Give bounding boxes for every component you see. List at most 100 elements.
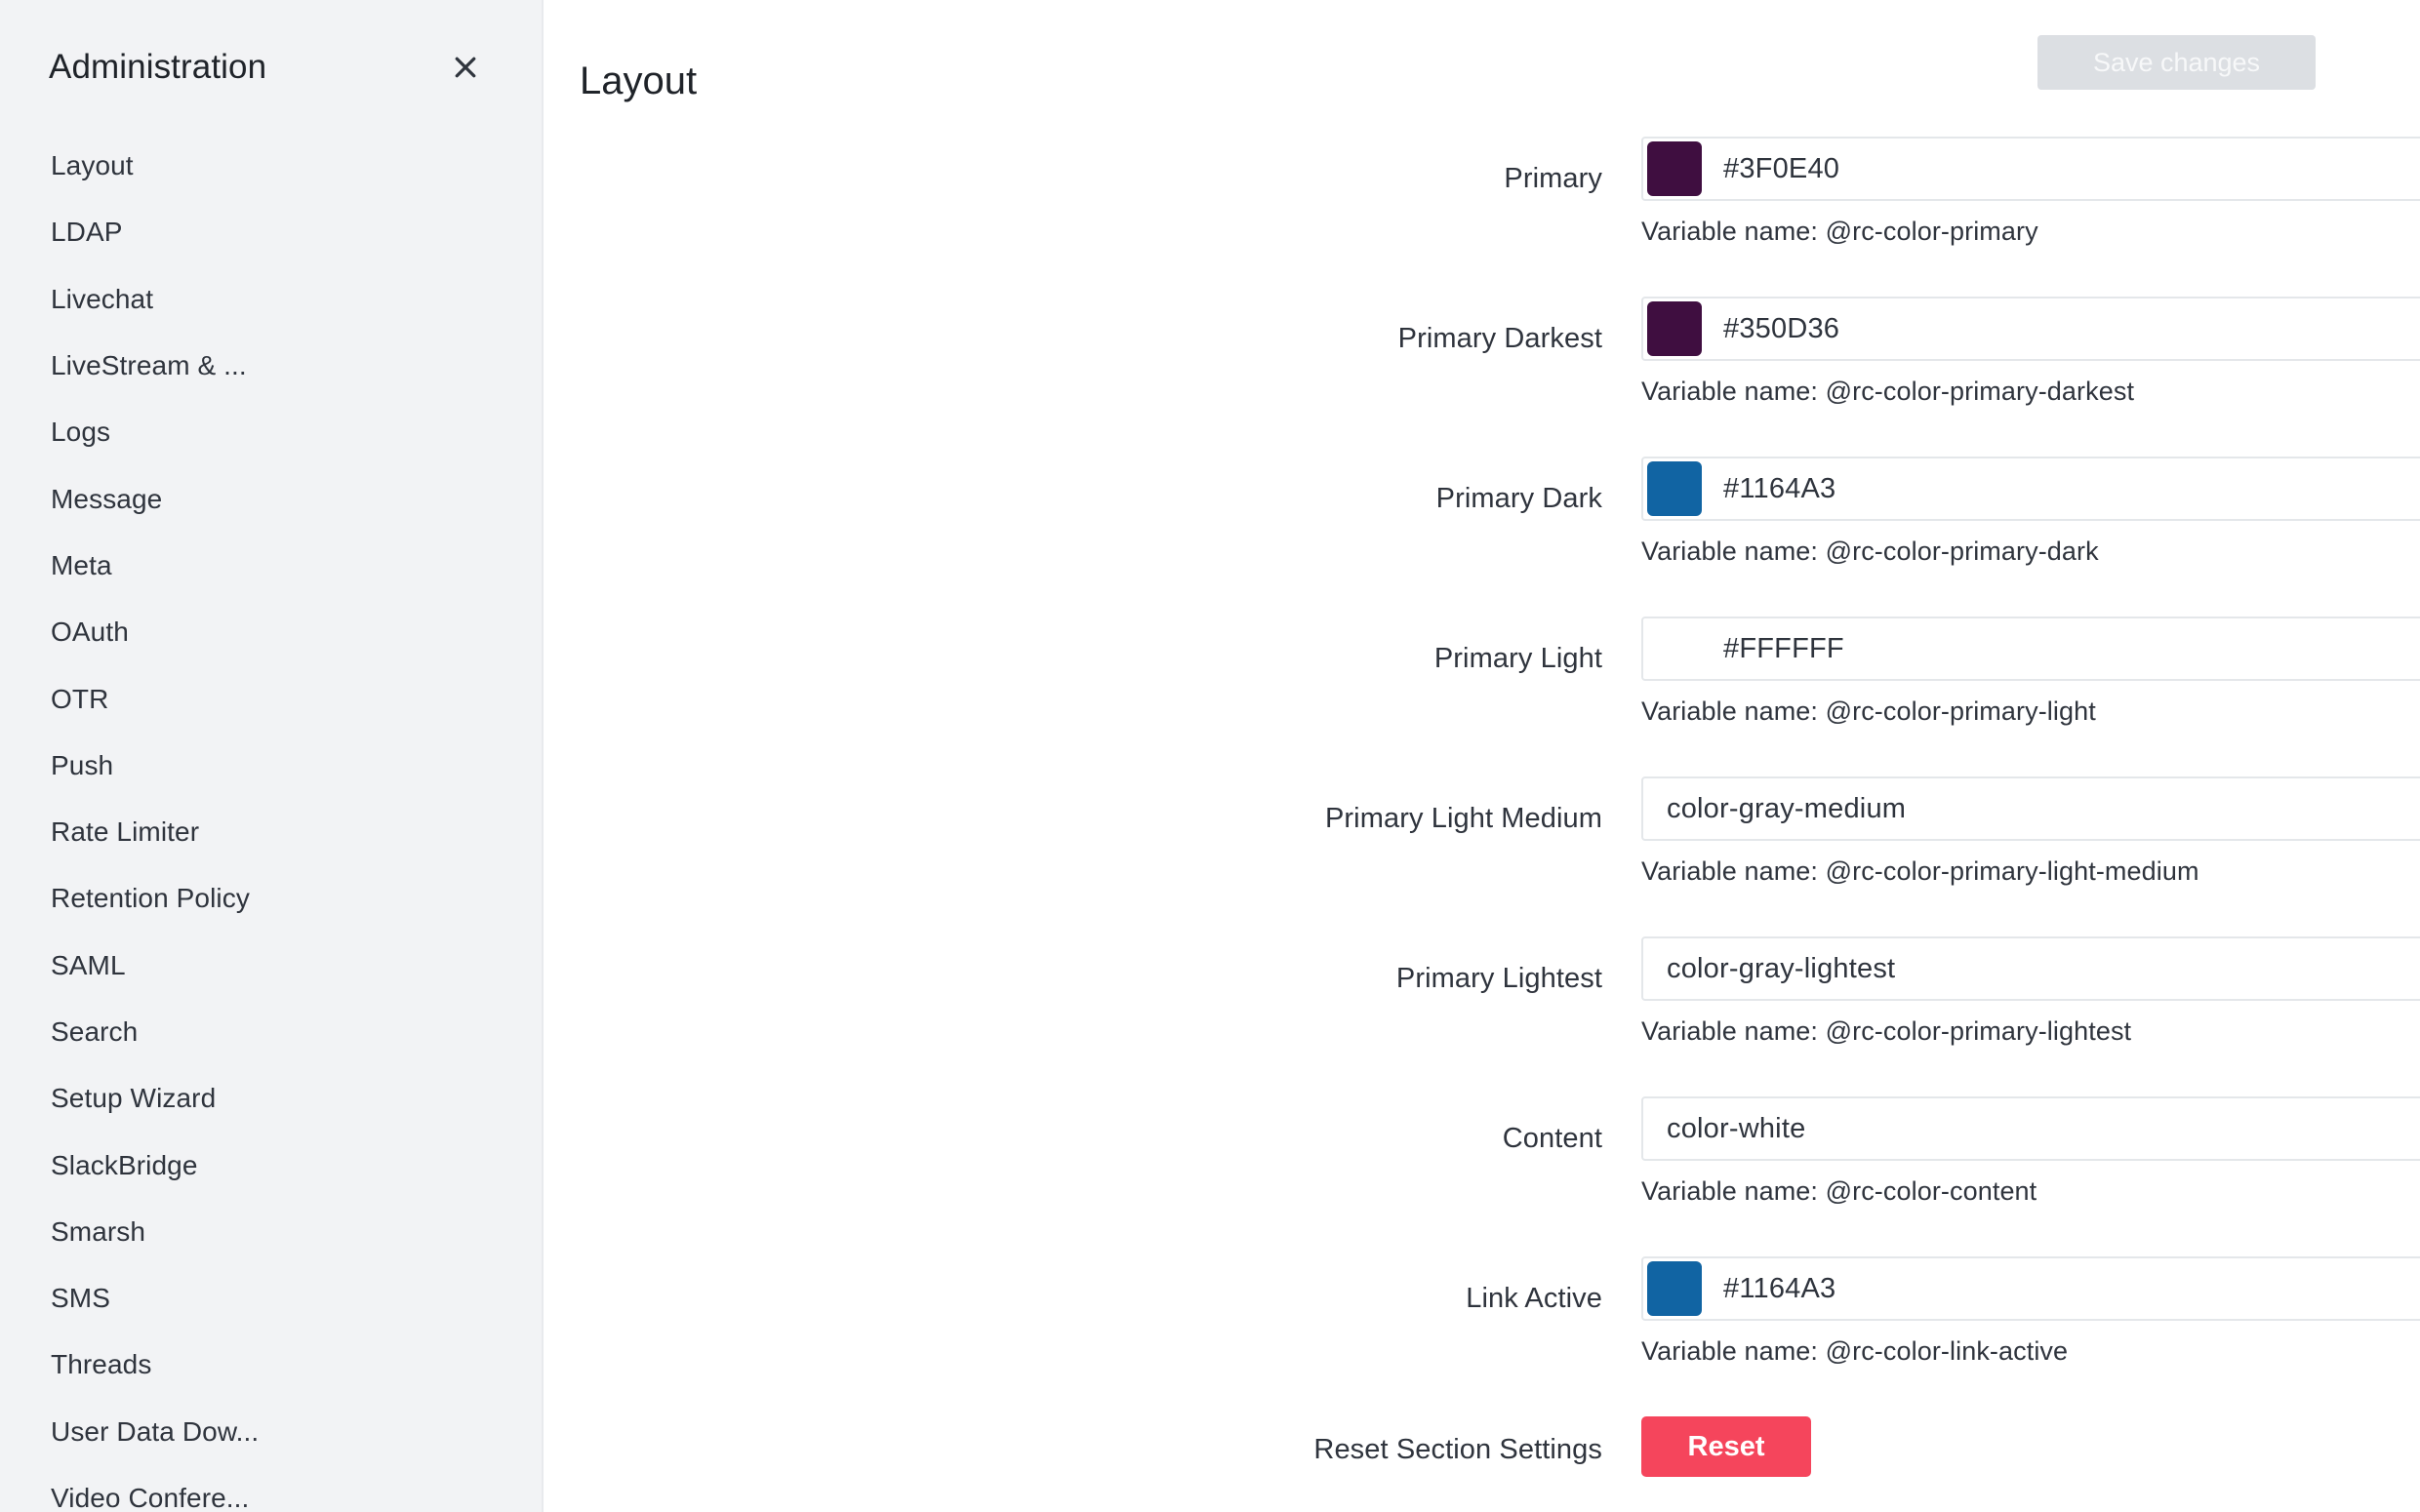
setting-label: Primary Darkest (1397, 323, 1602, 354)
save-changes-button[interactable]: Save changes (2037, 35, 2316, 90)
setting-input-value: #1164A3 (1723, 472, 1836, 504)
setting-variable-name: Variable name: @rc-color-primary-darkest (1641, 377, 2135, 406)
sidebar-item-label: Message (51, 483, 163, 514)
reset-section-row: Reset Section Settings Reset (544, 1416, 2420, 1512)
setting-input-value: color-white (1667, 1112, 1806, 1144)
setting-row: Primary #3F0E40ColorVariable name: @rc-co… (544, 137, 2420, 297)
sidebar-item-label: SlackBridge (51, 1149, 198, 1180)
sidebar-item-layout[interactable]: Layout (0, 133, 542, 199)
setting-row: Primary Light #FFFFFFColorVariable name: … (544, 617, 2420, 776)
color-swatch[interactable] (1647, 301, 1702, 356)
setting-field: #350D36ColorVariable name: @rc-color-pri… (1641, 297, 2420, 407)
sidebar-item-retention-policy[interactable]: Retention Policy (0, 865, 542, 932)
setting-label: Primary Dark (1435, 483, 1602, 514)
setting-field: color-gray-lightestExpressionVariable na… (1641, 936, 2420, 1047)
setting-input[interactable]: #1164A3 (1641, 457, 2420, 521)
sidebar-item-setup-wizard[interactable]: Setup Wizard (0, 1065, 542, 1132)
sidebar-menu: Layout LDAP Livechat LiveStream & ... Logs Me… (0, 133, 542, 1512)
setting-input-value: #FFFFFF (1723, 632, 1844, 664)
setting-variable-name: Variable name: @rc-color-link-active (1641, 1336, 2069, 1366)
sidebar-item-label: OAuth (51, 617, 129, 648)
sidebar-item-threads[interactable]: Threads (0, 1332, 542, 1398)
setting-row: Primary Dark #1164A3ColorVariable name: @… (544, 457, 2420, 617)
sidebar-item-oauth[interactable]: OAuth (0, 599, 542, 665)
sidebar-item-search[interactable]: Search (0, 999, 542, 1065)
sidebar-item-label: SAML (51, 949, 126, 980)
reset-section-button[interactable]: Reset (1641, 1416, 1811, 1477)
sidebar-item-label: Push (51, 749, 114, 780)
color-swatch[interactable] (1647, 141, 1702, 196)
setting-variable-name: Variable name: @rc-color-primary-dark (1641, 537, 2099, 566)
sidebar-item-ldap[interactable]: LDAP (0, 199, 542, 265)
setting-input[interactable]: color-gray-lightest (1641, 936, 2420, 1001)
sidebar-item-label: Logs (51, 417, 111, 448)
setting-input-value: color-gray-medium (1667, 792, 1907, 824)
sidebar-item-saml[interactable]: SAML (0, 933, 542, 999)
sidebar-item-meta[interactable]: Meta (0, 533, 542, 599)
sidebar-item-push[interactable]: Push (0, 733, 542, 799)
sidebar-item-video-confere[interactable]: Video Confere... (0, 1465, 542, 1512)
setting-variable-name: Variable name: @rc-color-primary-light-m… (1641, 856, 2199, 886)
setting-field: #1164A3ColorVariable name: @rc-color-pri… (1641, 457, 2420, 567)
setting-field: #1164A3ColorVariable name: @rc-color-lin… (1641, 1256, 2420, 1367)
setting-input-value: #3F0E40 (1723, 152, 1840, 184)
setting-label: Primary Lightest (1395, 963, 1602, 994)
sidebar-item-label: Setup Wizard (51, 1083, 217, 1114)
sidebar-item-label: Retention Policy (51, 883, 250, 914)
sidebar-item-label: Video Confere... (51, 1483, 250, 1512)
sidebar-item-label: Smarsh (51, 1215, 146, 1247)
sidebar-header: Administration (0, 0, 542, 94)
sidebar-item-label: LDAP (51, 217, 123, 248)
sidebar-title: Administration (49, 48, 267, 86)
sidebar-item-label: Layout (51, 150, 134, 181)
setting-label: Primary (1504, 163, 1602, 194)
color-swatch[interactable] (1647, 621, 1702, 676)
setting-label: Link Active (1466, 1283, 1602, 1314)
color-swatch[interactable] (1647, 461, 1702, 516)
page-header: Layout Save changes (544, 0, 2420, 137)
sidebar-item-label: OTR (51, 683, 109, 714)
setting-input-value: color-gray-lightest (1667, 952, 1896, 984)
sidebar-item-smarsh[interactable]: Smarsh (0, 1199, 542, 1265)
reset-section-label: Reset Section Settings (1313, 1434, 1602, 1465)
setting-input-value: #1164A3 (1723, 1272, 1836, 1304)
sidebar-item-label: Meta (51, 549, 112, 580)
setting-variable-name: Variable name: @rc-color-content (1641, 1176, 2037, 1206)
setting-field: color-whiteExpressionVariable name: @rc-… (1641, 1096, 2420, 1207)
setting-input-value: #350D36 (1723, 312, 1840, 344)
page-title: Layout (580, 59, 698, 102)
sidebar-item-livechat[interactable]: Livechat (0, 266, 542, 333)
setting-variable-name: Variable name: @rc-color-primary-light (1641, 696, 2096, 726)
setting-row: Content color-whiteExpressionVariable nam… (544, 1096, 2420, 1256)
settings-main: Layout Save changes Primary #3F0E40ColorV… (544, 0, 2420, 1512)
close-icon[interactable] (444, 46, 487, 89)
sidebar-item-label: User Data Dow... (51, 1415, 260, 1447)
sidebar-item-user-data-dow[interactable]: User Data Dow... (0, 1399, 542, 1465)
sidebar-item-label: LiveStream & ... (51, 350, 247, 381)
sidebar-item-message[interactable]: Message (0, 465, 542, 532)
setting-input[interactable]: #1164A3 (1641, 1256, 2420, 1321)
color-swatch[interactable] (1647, 1261, 1702, 1316)
setting-input[interactable]: color-white (1641, 1096, 2420, 1161)
sidebar-item-livestream[interactable]: LiveStream & ... (0, 333, 542, 399)
setting-input[interactable]: color-gray-medium (1641, 776, 2420, 841)
sidebar-item-label: SMS (51, 1283, 110, 1314)
sidebar-item-sms[interactable]: SMS (0, 1265, 542, 1332)
reset-section-field: Reset (1641, 1416, 2420, 1477)
sidebar-item-logs[interactable]: Logs (0, 399, 542, 465)
sidebar-item-label: Livechat (51, 283, 154, 314)
setting-variable-name: Variable name: @rc-color-primary-lightes… (1641, 1016, 2132, 1046)
app-root: Administration Layout LDAP Livechat LiveStr… (0, 0, 2420, 1512)
setting-field: #FFFFFFColorVariable name: @rc-color-pri… (1641, 617, 2420, 727)
setting-input[interactable]: #FFFFFF (1641, 617, 2420, 681)
setting-row: Primary Lightest color-gray-lightestExpre… (544, 936, 2420, 1096)
sidebar-item-label: Rate Limiter (51, 816, 200, 848)
sidebar-item-otr[interactable]: OTR (0, 665, 542, 732)
sidebar-item-slackbridge[interactable]: SlackBridge (0, 1132, 542, 1198)
setting-input[interactable]: #3F0E40 (1641, 137, 2420, 201)
setting-input[interactable]: #350D36 (1641, 297, 2420, 361)
sidebar-item-rate-limiter[interactable]: Rate Limiter (0, 799, 542, 865)
setting-variable-name: Variable name: @rc-color-primary (1641, 217, 2038, 246)
sidebar-item-label: Search (51, 1016, 139, 1047)
setting-row: Link Active #1164A3ColorVariable name: @r… (544, 1256, 2420, 1416)
